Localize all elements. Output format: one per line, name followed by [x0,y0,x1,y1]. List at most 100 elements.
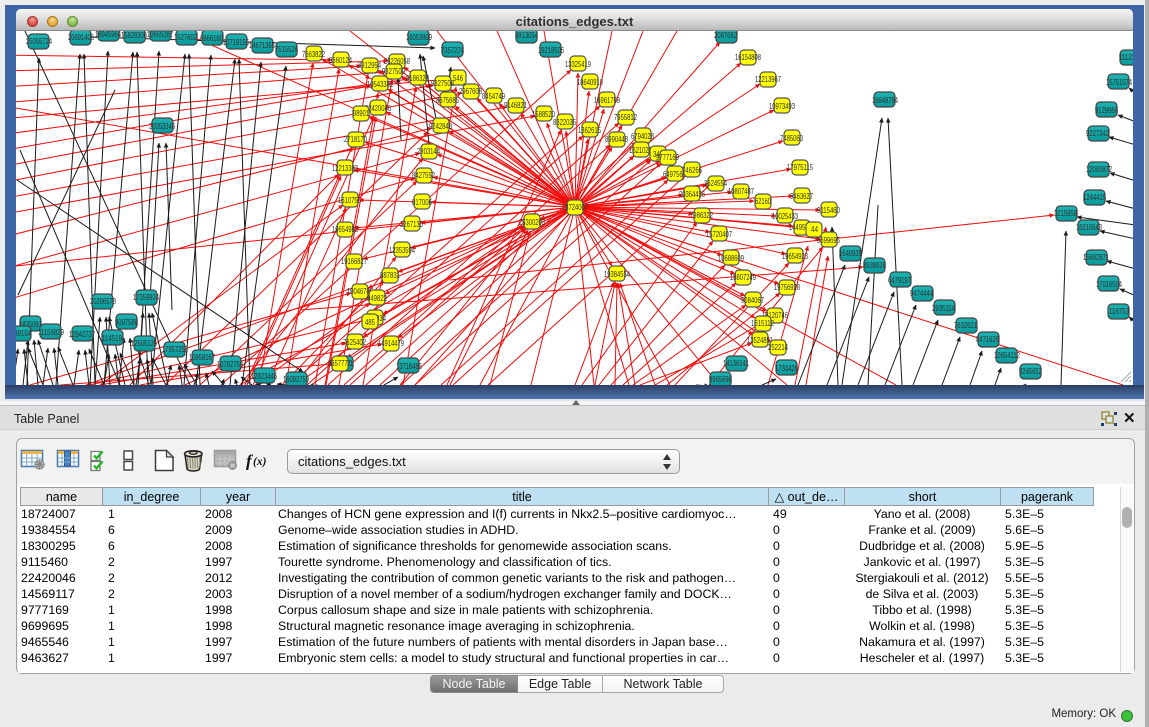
svg-text:8699695: 8699695 [817,236,840,245]
svg-text:1640935: 1640935 [839,249,862,258]
svg-text:44: 44 [811,225,819,234]
svg-text:817006: 817006 [412,198,432,207]
svg-text:15692871: 15692871 [1083,253,1109,262]
svg-text:9474444: 9474444 [910,289,933,298]
svg-text:8813054: 8813054 [515,31,538,40]
svg-text:20364436: 20364436 [679,190,705,199]
svg-text:11156829: 11156829 [38,328,64,337]
svg-text:746266: 746266 [682,166,702,175]
svg-text:9657771: 9657771 [328,359,351,368]
svg-text:8660124: 8660124 [329,56,352,65]
svg-text:9097588: 9097588 [115,318,138,327]
svg-text:139154: 139154 [16,329,31,338]
svg-text:1615112: 1615112 [751,319,774,328]
svg-text:2087682: 2087682 [714,31,737,40]
svg-text:7625402: 7625402 [343,338,366,347]
svg-text:19756928: 19756928 [774,283,800,292]
svg-text:7632621: 7632621 [954,321,977,330]
svg-text:15829306: 15829306 [121,31,147,40]
svg-text:10958167: 10958167 [189,353,215,362]
svg-text:10973493: 10973493 [769,102,795,111]
svg-text:9965698: 9965698 [709,375,732,384]
svg-text:25055724: 25055724 [26,37,52,46]
svg-text:19654923: 19654923 [782,252,808,261]
svg-text:12093872: 12093872 [1086,165,1112,174]
svg-text:19218506: 19218506 [538,46,564,55]
svg-text:10654112: 10654112 [994,351,1020,360]
svg-text:10719155: 10719155 [223,38,249,47]
svg-text:8427552: 8427552 [412,171,435,180]
svg-text:12823446: 12823446 [251,372,277,381]
svg-text:12353594: 12353594 [389,246,415,255]
svg-text:6479197: 6479197 [888,276,911,285]
svg-text:18640910: 18640910 [577,78,603,87]
svg-text:7663822: 7663822 [302,50,325,59]
svg-text:10688609: 10688609 [718,254,744,263]
svg-text:8912954: 8912954 [358,61,381,70]
svg-text:6794028: 6794028 [631,132,654,141]
svg-text:546: 546 [453,74,463,83]
svg-text:7986322: 7986322 [690,211,713,220]
svg-text:15720407: 15720407 [706,230,732,239]
svg-text:12505135: 12505135 [131,339,157,348]
svg-text:114519: 114519 [102,334,122,343]
svg-text:7955812: 7955812 [614,113,637,122]
svg-text:3267130: 3267130 [400,220,423,229]
svg-text:1527602: 1527602 [174,33,197,42]
svg-text:9129966: 9129966 [1095,106,1118,115]
svg-text:1610755: 1610755 [338,196,361,205]
svg-text:18945964: 18945964 [95,31,121,39]
svg-text:9084067: 9084067 [741,296,764,305]
svg-text:14136141: 14136141 [723,359,749,368]
svg-text:6966160: 6966160 [200,34,223,43]
svg-text:9146821: 9146821 [504,101,527,110]
svg-text:16961758: 16961758 [594,96,620,105]
svg-text:18724007: 18724007 [562,203,588,212]
svg-text:9327508: 9327508 [431,79,454,88]
svg-text:1112384: 1112384 [1119,53,1133,62]
svg-text:9115460: 9115460 [817,206,841,215]
svg-text:19166827: 19166827 [341,257,367,266]
svg-text:8186328: 8186328 [406,74,429,83]
svg-text:62160: 62160 [755,197,771,206]
svg-text:17957253: 17957253 [162,345,188,354]
svg-text:9245652: 9245652 [1019,367,1042,376]
svg-text:252214: 252214 [768,343,788,352]
svg-text:7357274: 7357274 [441,46,464,55]
svg-text:20053346: 20053346 [149,122,175,131]
svg-text:1733426: 1733426 [775,364,798,373]
svg-text:2803144: 2803144 [417,147,440,156]
svg-text:116753: 116753 [1109,307,1129,316]
svg-text:16092759: 16092759 [283,375,309,384]
svg-text:7515526: 7515526 [275,45,298,54]
svg-text:17975115: 17975115 [787,163,813,172]
svg-text:8990448: 8990448 [605,135,628,144]
svg-text:98901: 98901 [353,109,369,118]
svg-text:8454749: 8454749 [482,92,505,101]
svg-text:10782759: 10782759 [217,360,243,369]
svg-text:16210643: 16210643 [1076,223,1102,232]
svg-text:1244415: 1244415 [1083,193,1106,202]
svg-text:1621022: 1621022 [629,146,652,155]
svg-text:25300203: 25300203 [519,218,545,227]
svg-text:20691406: 20691406 [68,33,94,42]
svg-text:19654982: 19654982 [332,225,358,234]
svg-text:10025433: 10025433 [772,212,798,221]
svg-text:16053809: 16053809 [406,33,432,42]
svg-text:2935114: 2935114 [932,304,956,313]
svg-text:17359924: 17359924 [133,293,159,302]
svg-text:8322035: 8322035 [553,118,576,127]
svg-text:16648784: 16648784 [872,96,898,105]
svg-text:1588520: 1588520 [532,110,555,119]
svg-text:14914479: 14914479 [378,339,404,348]
svg-text:949822: 949822 [367,294,387,303]
svg-text:8471626: 8471626 [976,335,999,344]
svg-text:485: 485 [365,318,376,327]
svg-text:18807249: 18807249 [730,273,756,282]
svg-text:2718170: 2718170 [344,135,367,144]
svg-text:15751074: 15751074 [1106,78,1132,87]
svg-text:19384554: 19384554 [604,270,630,279]
svg-text:3624554: 3624554 [704,179,727,188]
svg-text:13325419: 13325419 [565,60,591,69]
svg-text:(x): (x) [253,456,267,468]
